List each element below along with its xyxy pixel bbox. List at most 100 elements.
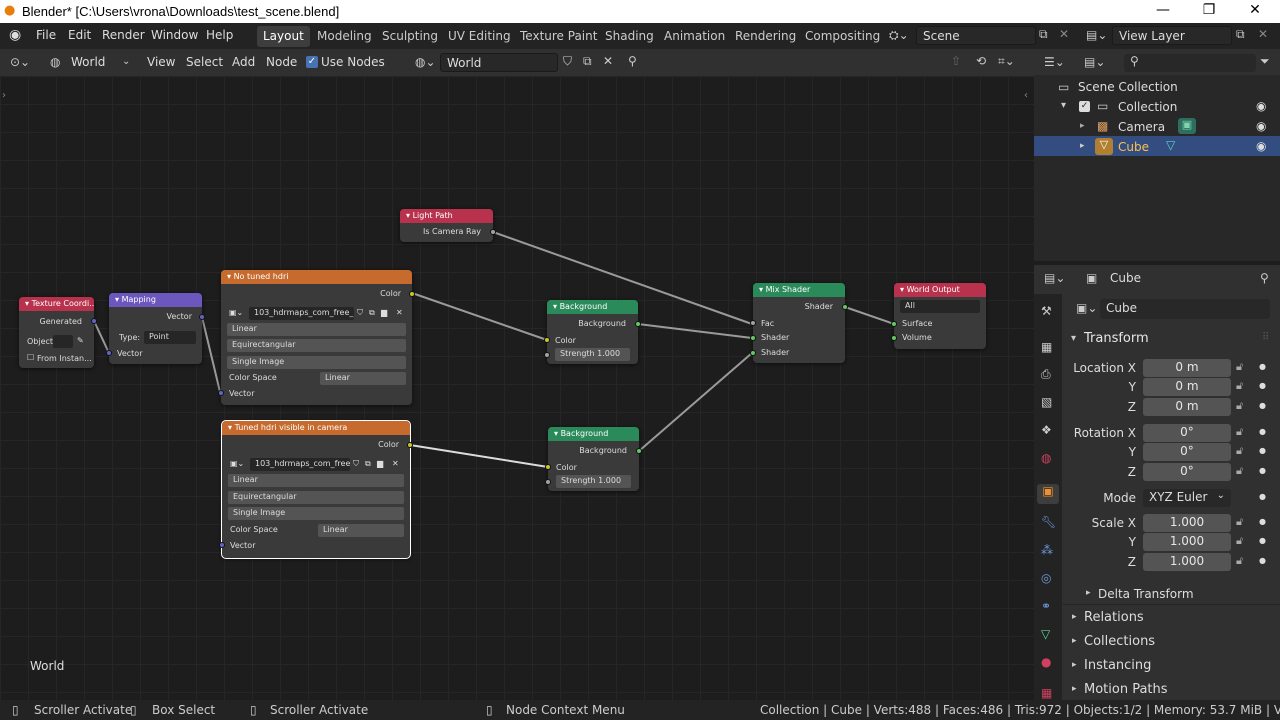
tab-rendering[interactable]: Rendering	[729, 26, 802, 47]
socket-shader-2-in[interactable]	[750, 350, 756, 356]
search-icon[interactable]: ⚲	[1124, 54, 1256, 72]
scale-y-field[interactable]: 1.000	[1143, 533, 1231, 551]
lock-icon[interactable]: 🔓︎	[1236, 464, 1243, 478]
tab-uv-editing[interactable]: UV Editing	[442, 26, 517, 47]
lock-icon[interactable]: 🔓︎	[1236, 399, 1243, 413]
minimize-button[interactable]: —	[1148, 2, 1178, 20]
collections-section[interactable]: Collections	[1084, 634, 1155, 649]
delta-transform-section[interactable]: Delta Transform	[1098, 587, 1194, 601]
keyframe-dot-icon[interactable]: ●	[1259, 446, 1266, 455]
texture-tab-icon[interactable]: ▦	[1041, 686, 1052, 700]
keyframe-dot-icon[interactable]: ●	[1259, 427, 1266, 436]
rotation-z-field[interactable]: 0°	[1143, 463, 1231, 481]
menu-window[interactable]: Window	[151, 28, 198, 42]
scene-copy-icon[interactable]: ⧉	[1039, 27, 1048, 42]
world-browse-icon[interactable]: ◍⌄	[415, 55, 436, 69]
object-tab-icon[interactable]: ▣	[1037, 484, 1059, 504]
duplicate-icon[interactable]: ⧉	[583, 54, 592, 69]
outliner-row-selected[interactable]	[1034, 136, 1280, 156]
use-nodes-label[interactable]: Use Nodes	[321, 55, 385, 69]
lock-icon[interactable]: 🔓︎	[1236, 425, 1243, 439]
interpolation-dropdown[interactable]: Linear	[228, 474, 404, 487]
socket-vector-in[interactable]	[219, 542, 225, 548]
menu-view[interactable]: View	[147, 55, 175, 69]
image-name-field[interactable]: 103_hdrmaps_com_free...	[250, 458, 350, 471]
tab-layout[interactable]: Layout	[257, 26, 310, 47]
view-layer-icon[interactable]: ▤⌄	[1086, 28, 1107, 42]
scale-z-field[interactable]: 1.000	[1143, 553, 1231, 571]
physics-tab-icon[interactable]: ◎	[1041, 571, 1051, 585]
duplicate-icon[interactable]: ⧉	[365, 459, 371, 469]
fake-user-icon[interactable]: ⛉	[357, 308, 363, 318]
scene-remove-icon[interactable]: ✕	[1059, 27, 1069, 41]
expand-icon[interactable]: ▸	[1086, 588, 1091, 598]
menu-select[interactable]: Select	[186, 55, 223, 69]
unlink-icon[interactable]: ✕	[392, 459, 399, 468]
socket-vector-in[interactable]	[106, 350, 112, 356]
projection-dropdown[interactable]: Equirectangular	[228, 491, 404, 504]
open-file-icon[interactable]: ▆	[377, 459, 383, 468]
node-header[interactable]: ▾ Background	[548, 427, 639, 441]
scene-name-field[interactable]: Scene	[916, 26, 1036, 45]
expand-icon[interactable]: ▸	[1080, 141, 1085, 151]
node-mapping[interactable]: ▾ Mapping Vector Type: Point Vector	[106, 293, 205, 364]
menu-help[interactable]: Help	[206, 28, 233, 42]
world-tab-icon[interactable]: ◍	[1041, 451, 1051, 465]
blender-menu-icon[interactable]: ◉	[9, 27, 21, 43]
node-header[interactable]: ▾ Tuned hdri visible in camera	[222, 421, 410, 435]
tab-texture-paint[interactable]: Texture Paint	[514, 26, 603, 47]
camera-data-icon[interactable]: ▣	[1178, 118, 1196, 134]
lock-icon[interactable]: 🔓︎	[1236, 379, 1243, 393]
lock-icon[interactable]: 🔓︎	[1236, 360, 1243, 374]
socket-color-in[interactable]	[545, 464, 551, 470]
close-button[interactable]: ✕	[1240, 2, 1270, 20]
interpolation-dropdown[interactable]: Linear	[227, 323, 406, 336]
location-y-field[interactable]: 0 m	[1143, 378, 1231, 396]
constraints-tab-icon[interactable]: ⚭	[1041, 599, 1051, 613]
outliner-cube[interactable]: Cube	[1118, 140, 1149, 154]
menu-file[interactable]: File	[36, 28, 56, 42]
filter-icon[interactable]: ⏷	[1260, 54, 1270, 69]
view-layer-field[interactable]: View Layer	[1112, 26, 1232, 45]
strength-field[interactable]: Strength 1.000	[556, 475, 631, 488]
duplicate-icon[interactable]: ⧉	[369, 308, 375, 318]
tab-sculpting[interactable]: Sculpting	[376, 26, 444, 47]
keyframe-dot-icon[interactable]: ●	[1259, 381, 1266, 390]
pin-icon[interactable]: ⚲	[1260, 271, 1269, 285]
socket-color-in[interactable]	[544, 337, 550, 343]
fake-user-icon[interactable]: ⛉	[353, 459, 359, 469]
scene-tab-icon[interactable]: ❖	[1041, 423, 1052, 437]
tool-tab-icon[interactable]: ⚒	[1041, 304, 1052, 318]
tab-animation[interactable]: Animation	[658, 26, 731, 47]
unlink-icon[interactable]: ✕	[396, 308, 403, 317]
socket-strength-in[interactable]	[544, 352, 550, 358]
render-tab-icon[interactable]: ▦	[1041, 340, 1052, 354]
keyframe-dot-icon[interactable]: ●	[1259, 362, 1266, 371]
image-name-field[interactable]: 103_hdrmaps_com_free_...	[249, 307, 354, 320]
node-texture-coordinate[interactable]: ▾ Texture Coordi... Generated Object ✎ ☐…	[19, 297, 97, 368]
socket-vector-in[interactable]	[218, 390, 224, 396]
instancing-section[interactable]: Instancing	[1084, 658, 1151, 673]
view-layer-remove-icon[interactable]: ✕	[1258, 27, 1268, 41]
collection-checkbox[interactable]: ✓	[1079, 101, 1090, 112]
tab-compositing[interactable]: Compositing	[799, 26, 886, 47]
view-layer-tab-icon[interactable]: ▧	[1041, 395, 1052, 409]
keyframe-dot-icon[interactable]: ●	[1259, 401, 1266, 410]
motion-paths-section[interactable]: Motion Paths	[1084, 682, 1168, 697]
scale-x-field[interactable]: 1.000	[1143, 514, 1231, 532]
node-env-texture-no-tuned[interactable]: ▾ No tuned hdri Color ▣⌄ 103_hdrmaps_com…	[218, 270, 415, 405]
shader-type-select[interactable]: World	[71, 55, 105, 69]
eye-icon[interactable]: ◉	[1256, 99, 1266, 113]
chevron-down-icon[interactable]: ⌄	[122, 56, 130, 67]
socket-color-out[interactable]	[409, 291, 415, 297]
output-tab-icon[interactable]: ⎙	[1041, 367, 1051, 382]
object-field[interactable]	[53, 335, 73, 348]
transform-section-header[interactable]: Transform	[1084, 331, 1149, 346]
socket-color-out[interactable]	[407, 442, 413, 448]
socket-vector-out[interactable]	[199, 314, 205, 320]
expand-icon[interactable]: ▸	[1080, 121, 1085, 131]
socket-fac-in[interactable]	[750, 320, 756, 326]
parent-node-icon[interactable]: ⇧	[951, 54, 961, 68]
open-file-icon[interactable]: ▆	[381, 308, 387, 317]
image-browse-icon[interactable]: ▣⌄	[230, 459, 244, 468]
